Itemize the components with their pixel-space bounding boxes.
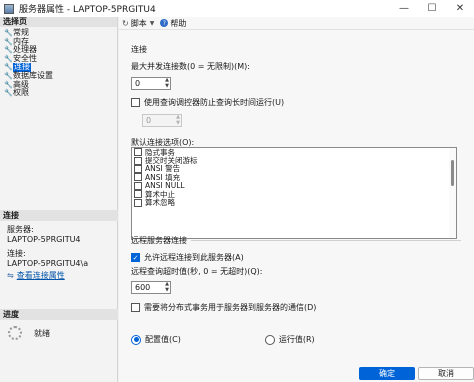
allow-remote-label: 允许远程连接到此服务器(A): [144, 253, 244, 262]
config-value-label[interactable]: 配置值(C): [145, 334, 181, 345]
server-properties-icon: [4, 3, 14, 14]
chevron-down-icon[interactable]: ▼: [150, 20, 155, 27]
query-governor-spinner: 0 ▲ ▼: [142, 114, 182, 127]
allow-remote-checkbox-row[interactable]: ✓ 允许远程连接到此服务器(A): [131, 252, 461, 263]
list-item[interactable]: ANSI NULL: [132, 181, 456, 190]
spinner-arrows-icon[interactable]: ▲ ▼: [165, 77, 169, 89]
cancel-button[interactable]: 取消: [418, 367, 474, 380]
remote-timeout-label: 远程查询超时值(秒, 0 = 无超时)(Q):: [131, 267, 263, 276]
minimize-button[interactable]: —: [390, 0, 418, 17]
option-checkbox[interactable]: [134, 173, 142, 182]
list-item[interactable]: 算术中止: [132, 190, 456, 199]
default-connection-options-list[interactable]: 隐式事务 提交时关闭游标 ANSI 警告 ANSI 填充 ANSI NULL 算…: [131, 147, 457, 239]
runtime-value-radio[interactable]: [264, 334, 275, 345]
option-checkbox[interactable]: [134, 156, 142, 165]
list-scrollbar-thumb[interactable]: [451, 160, 454, 186]
connections-settings: 连接 最大并发连接数(0 = 无限制)(M): 0 ▲ ▼ 使用查询调控器防止查询…: [131, 44, 461, 148]
remote-timeout-spinner[interactable]: 600 ▲ ▼: [131, 281, 171, 294]
progress-status: 就绪: [34, 328, 50, 338]
option-checkbox[interactable]: [134, 164, 142, 173]
query-governor-checkbox-row[interactable]: 使用查询调控器防止查询长时间运行(U): [131, 97, 461, 108]
wrench-icon: 🔧: [4, 80, 13, 89]
value-mode-radios: 配置值(C) 运行值(R): [131, 334, 315, 345]
wrench-icon: 🔧: [4, 63, 13, 72]
list-scrollbar[interactable]: [449, 148, 456, 238]
sidebar-page-list: 🔧 常规 🔧 内存 🔧 处理器 🔧 安全性 🔧 连接 🔧 数据库设置 🔧 高级 🔧 权限: [0, 27, 117, 98]
progress-header: 进度: [0, 309, 118, 320]
wrench-icon: 🔧: [4, 89, 13, 98]
option-checkbox[interactable]: [134, 190, 142, 199]
runtime-value-label[interactable]: 运行值(R): [279, 334, 315, 345]
max-connections-label: 最大并发连接数(0 = 无限制)(M):: [131, 62, 250, 71]
connection-info-body: 服务器: LAPTOP-5PRGITU4 连接: LAPTOP-5PRGITU4…: [0, 221, 118, 281]
connection-info-panel: 连接 服务器: LAPTOP-5PRGITU4 连接: LAPTOP-5PRGI…: [0, 210, 118, 281]
script-label: 脚本: [130, 18, 147, 28]
window-controls: — ☐ ✕: [390, 0, 474, 17]
allow-remote-checkbox[interactable]: ✓: [131, 253, 140, 262]
connection-value: LAPTOP-5PRGITU4\a: [7, 258, 89, 268]
option-checkbox[interactable]: [134, 148, 142, 157]
option-checkbox[interactable]: [134, 181, 142, 190]
list-item[interactable]: 算术忽略: [132, 198, 456, 207]
connections-group-title: 连接: [131, 45, 147, 54]
server-value: LAPTOP-5PRGITU4: [7, 234, 81, 244]
wrench-icon: 🔧: [4, 29, 13, 37]
query-governor-value: 0: [146, 116, 152, 125]
view-connection-properties-label[interactable]: 查看连接属性: [17, 271, 65, 281]
progress-panel: 进度 就绪: [0, 309, 118, 340]
remote-timeout-value: 600: [135, 283, 151, 292]
progress-spinner-icon: [8, 326, 22, 340]
title-bar: 服务器属性 - LAPTOP-5PRGITU4 — ☐ ✕: [0, 0, 474, 17]
script-icon: ↻: [122, 18, 129, 28]
wrench-icon: 🔧: [4, 46, 13, 55]
distributed-transactions-label: 需要将分布式事务用于服务器到服务器的通信(D): [144, 303, 317, 312]
config-value-radio[interactable]: [131, 334, 141, 345]
server-label: 服务器:: [7, 225, 34, 234]
remote-group-title: 远程服务器连接: [131, 235, 461, 246]
remote-server-section: 远程服务器连接 ✓ 允许远程连接到此服务器(A) 远程查询超时值(秒, 0 = …: [131, 235, 461, 313]
view-connection-properties-link[interactable]: ⇋ 查看连接属性: [7, 271, 118, 281]
help-button[interactable]: ? 帮助: [160, 18, 186, 29]
max-connections-value: 0: [135, 79, 141, 88]
spinner-arrows-icon: ▲ ▼: [176, 114, 180, 126]
progress-body: 就绪: [0, 320, 118, 340]
connection-properties-icon: ⇋: [7, 271, 14, 280]
list-item[interactable]: 提交时关闭游标: [132, 156, 456, 165]
wrench-icon: 🔧: [4, 71, 13, 80]
help-icon: ?: [160, 19, 169, 27]
option-checkbox[interactable]: [134, 198, 142, 207]
sidebar-header: 选择页: [0, 17, 117, 27]
maximize-button[interactable]: ☐: [418, 0, 446, 17]
close-button[interactable]: ✕: [446, 0, 474, 17]
toolbar: ↻ 脚本 ▼ ? 帮助: [119, 17, 474, 30]
sidebar-item-permissions[interactable]: 🔧 权限: [0, 89, 117, 98]
distributed-transactions-checkbox-row[interactable]: 需要将分布式事务用于服务器到服务器的通信(D): [131, 302, 461, 313]
spinner-arrows-icon[interactable]: ▲ ▼: [165, 281, 169, 293]
connection-label: 连接:: [7, 249, 26, 258]
distributed-transactions-checkbox[interactable]: [131, 303, 140, 312]
window-title: 服务器属性 - LAPTOP-5PRGITU4: [19, 5, 156, 15]
help-label: 帮助: [170, 18, 187, 28]
connection-info-header: 连接: [0, 210, 118, 221]
script-button[interactable]: ↻ 脚本 ▼: [122, 18, 156, 29]
wrench-icon: 🔧: [4, 37, 13, 46]
max-connections-spinner[interactable]: 0 ▲ ▼: [131, 77, 171, 90]
ok-button[interactable]: 确定: [359, 367, 415, 380]
query-governor-label: 使用查询调控器防止查询长时间运行(U): [144, 98, 285, 107]
main-panel: ↻ 脚本 ▼ ? 帮助 连接 最大并发连接数(0 = 无限制)(M): 0 ▲ ▼…: [119, 17, 474, 382]
sidebar: 选择页 🔧 常规 🔧 内存 🔧 处理器 🔧 安全性 🔧 连接 🔧 数据库设置 🔧 高级 🔧 权限…: [0, 17, 118, 382]
query-governor-checkbox[interactable]: [131, 98, 140, 107]
dialog-buttons: 确定 取消: [359, 367, 474, 380]
